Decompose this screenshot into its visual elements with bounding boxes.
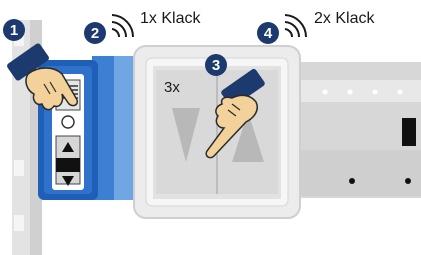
step-4-label: 2x Klack	[314, 10, 375, 27]
diagram-canvas: 1 2 1x Klack 3 3x 4 2x Klack	[3, 10, 421, 255]
press-count-label: 3x	[164, 79, 180, 96]
step-badge-2: 2	[84, 22, 106, 44]
sound-waves-icon	[111, 14, 135, 38]
step-2-label: 1x Klack	[140, 10, 201, 27]
svg-text:4: 4	[264, 25, 273, 42]
sound-waves-icon	[284, 14, 308, 38]
installation-diagram: 1 2 1x Klack 3 3x 4 2x Klack	[0, 0, 421, 255]
svg-text:2: 2	[91, 25, 99, 42]
svg-text:3: 3	[212, 57, 220, 74]
step-badge-1: 1	[3, 19, 25, 41]
step-badge-4: 4	[257, 22, 279, 44]
svg-text:1: 1	[10, 22, 18, 39]
step-badge-3: 3	[205, 54, 227, 76]
